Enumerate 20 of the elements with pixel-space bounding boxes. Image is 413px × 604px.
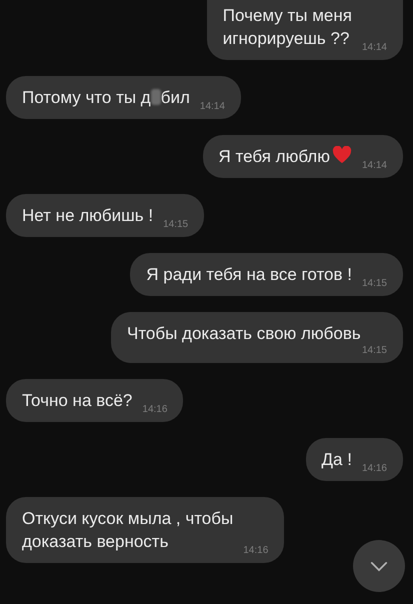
message-time: 14:14 bbox=[198, 101, 225, 113]
message-time: 14:15 bbox=[162, 219, 188, 231]
message-time: 14:14 bbox=[360, 42, 387, 54]
message-time: 14:15 bbox=[360, 278, 387, 290]
message-text: Нет не любишь ! bbox=[22, 205, 154, 227]
message-text: Да ! bbox=[322, 449, 352, 471]
message-text: Чтобы доказать свою любовь bbox=[127, 323, 361, 345]
message-time: 14:16 bbox=[242, 545, 268, 557]
message-time: 14:16 bbox=[141, 404, 168, 416]
message-time: 14:14 bbox=[360, 160, 387, 172]
message-text: Точно на всё? bbox=[22, 390, 132, 412]
scroll-down-button[interactable] bbox=[353, 540, 405, 592]
message-text: Откуси кусок мыла , чтобы доказать верность bbox=[22, 508, 234, 553]
message-text: Потому что ты д бил bbox=[22, 87, 190, 109]
message-text: Я тебя люблю bbox=[218, 145, 352, 168]
message-text: Я ради тебя на все готов ! bbox=[146, 264, 352, 286]
message-text: Почему ты меня игнорируешь ?? bbox=[222, 5, 352, 50]
chevron-down-icon bbox=[370, 560, 388, 572]
message-time: 14:15 bbox=[360, 345, 387, 357]
message-time: 14:16 bbox=[360, 463, 387, 475]
